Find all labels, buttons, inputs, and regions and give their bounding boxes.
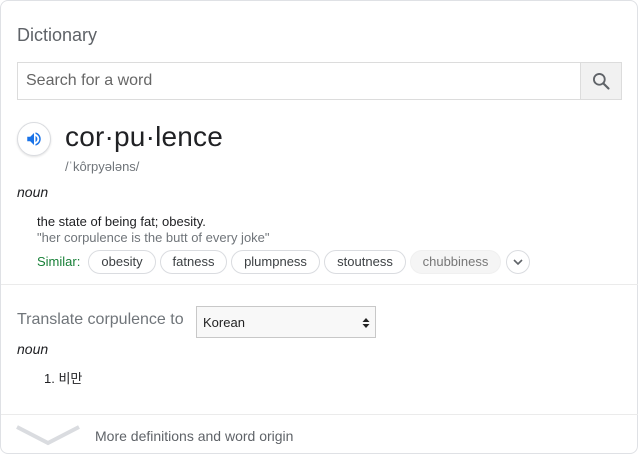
headword: cor·pu·lence [65,121,224,152]
search-icon [593,73,610,90]
similar-chip-stoutness[interactable]: stoutness [324,250,406,274]
similar-chip-fatness[interactable]: fatness [160,250,227,274]
definition-text: the state of being fat; obesity. [37,214,206,229]
similar-chip-plumpness[interactable]: plumpness [231,250,320,274]
dictionary-card: Dictionary cor·pu·lence /ˈkôrpyələns/ no… [0,0,638,454]
translation-part-of-speech: noun [17,341,49,357]
translation-item: 1. 비만 [44,371,83,386]
part-of-speech: noun [17,184,49,200]
language-select-value: Korean [203,315,245,330]
example-sentence: "her corpulence is the butt of every jok… [37,230,270,245]
similar-chip-chubbiness[interactable]: chubbiness [410,250,501,274]
section-divider [1,284,638,285]
chevron-down-icon [16,425,80,446]
search-input[interactable] [18,63,581,99]
pronunciation-button[interactable] [17,122,51,156]
panel-title: Dictionary [17,25,98,45]
chevron-down-icon [513,259,523,266]
more-definitions-link[interactable]: More definitions and word origin [1,415,638,455]
translate-label: Translate corpulence to [17,311,184,328]
similar-label: Similar: [37,254,81,269]
search-box [17,62,622,100]
search-button[interactable] [580,63,621,99]
expand-similar-button[interactable] [506,250,530,274]
similar-chip-obesity[interactable]: obesity [88,250,156,274]
select-arrows-icon [362,318,370,328]
more-definitions-label: More definitions and word origin [95,428,294,444]
language-select[interactable]: Korean [196,306,376,338]
phonetic-spelling: /ˈkôrpyələns/ [65,159,140,174]
speaker-icon [27,132,41,146]
